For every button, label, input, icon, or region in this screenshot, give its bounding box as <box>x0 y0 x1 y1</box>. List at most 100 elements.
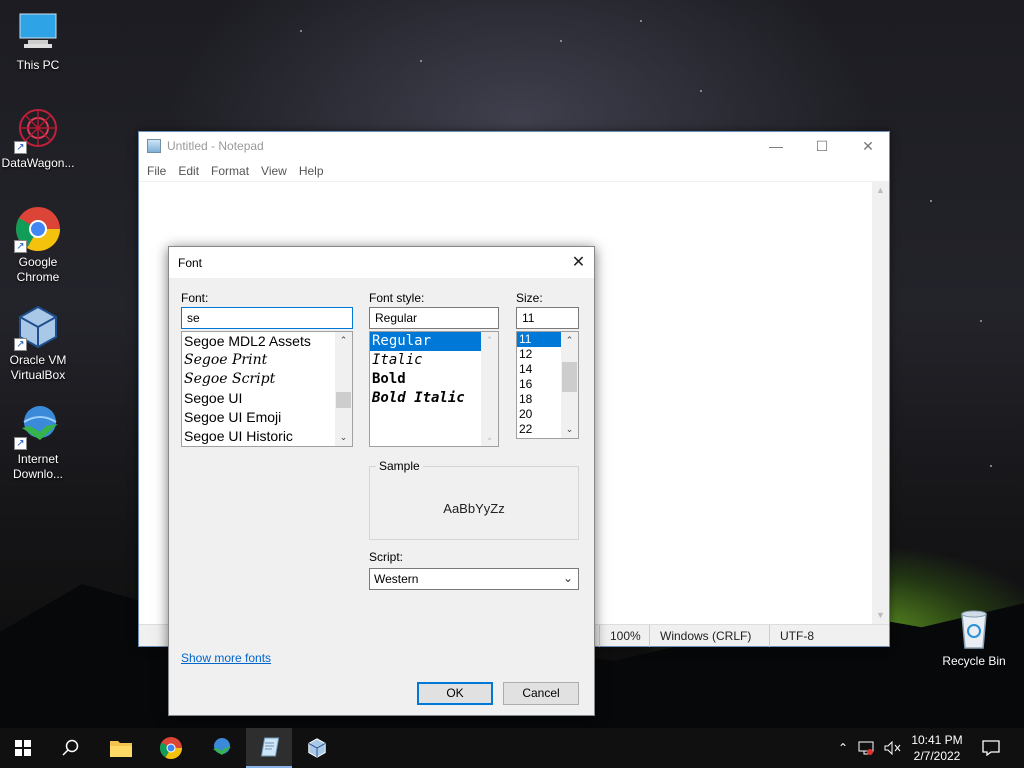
desktop-icon-recycle-bin[interactable]: Recycle Bin <box>936 604 1012 669</box>
search-button[interactable] <box>48 728 94 768</box>
sample-preview-text: AaBbYyZz <box>443 501 505 516</box>
desktop-icon-label: Internet Downlo... <box>12 452 64 481</box>
menu-file[interactable]: File <box>141 164 172 178</box>
scroll-down-icon[interactable]: ⌄ <box>481 429 498 446</box>
close-icon[interactable]: ✕ <box>563 247 594 278</box>
desktop-icon-label: This PC <box>16 58 60 72</box>
style-list-item-selected[interactable]: Regular <box>370 332 498 351</box>
font-style-label: Font style: <box>369 291 425 305</box>
status-zoom: 100% <box>599 624 649 647</box>
desktop-icon-datawagon[interactable]: ↗ DataWagon... <box>0 106 76 171</box>
show-hidden-icons-chevron-icon[interactable]: ⌃ <box>838 741 848 755</box>
ok-button[interactable]: OK <box>417 682 493 705</box>
desktop-icon-virtualbox[interactable]: ↗ Oracle VM VirtualBox <box>0 303 76 383</box>
maximize-button[interactable]: ☐ <box>799 132 845 160</box>
style-list-item[interactable]: Italic <box>370 351 498 370</box>
notepad-icon <box>147 139 161 153</box>
close-button[interactable]: ✕ <box>845 132 891 160</box>
system-tray: ⌃ <box>838 728 912 768</box>
taskbar-virtualbox[interactable] <box>294 728 340 768</box>
file-explorer-icon <box>110 741 132 757</box>
scroll-up-icon[interactable]: ⌃ <box>335 332 352 349</box>
virtualbox-icon <box>308 738 326 758</box>
font-list-item[interactable]: Segoe UI Historic <box>182 427 352 446</box>
volume-muted-icon[interactable] <box>884 741 902 755</box>
style-list-scrollbar[interactable]: ⌃ ⌄ <box>481 332 498 446</box>
scroll-thumb[interactable] <box>562 362 577 392</box>
internet-download-manager-icon <box>213 738 231 755</box>
shortcut-arrow-icon: ↗ <box>14 240 27 253</box>
font-list-item[interactable]: Segoe UI <box>182 389 352 408</box>
font-label: Font: <box>181 291 209 305</box>
font-style-input[interactable]: Regular <box>369 307 499 329</box>
taskbar-clock[interactable]: 10:41 PM 2/7/2022 <box>902 732 972 764</box>
recycle-bin-icon <box>950 604 998 652</box>
style-list-item[interactable]: Bold <box>370 370 498 389</box>
minimize-button[interactable]: — <box>753 132 799 160</box>
scroll-up-icon[interactable]: ⌃ <box>561 332 578 349</box>
desktop-icon-chrome[interactable]: ↗ Google Chrome <box>0 205 76 285</box>
notepad-title: Untitled - Notepad <box>167 139 264 153</box>
taskbar-file-explorer[interactable] <box>98 728 144 768</box>
notification-icon <box>982 740 1000 756</box>
style-list-item[interactable]: Bold Italic <box>370 389 498 408</box>
status-encoding: UTF-8 <box>769 624 889 647</box>
menu-help[interactable]: Help <box>293 164 330 178</box>
this-pc-icon <box>14 8 62 56</box>
script-selected-value: Western <box>374 572 419 586</box>
font-list-item[interactable]: Segoe UI Emoji <box>182 408 352 427</box>
shortcut-arrow-icon: ↗ <box>14 338 27 351</box>
sample-label: Sample <box>376 459 423 473</box>
clock-time: 10:41 PM <box>911 733 963 747</box>
font-list-item[interactable]: Segoe MDL2 Assets <box>182 332 352 351</box>
desktop-icon-label: Recycle Bin <box>942 654 1006 668</box>
taskbar-internet-download-manager[interactable] <box>198 728 244 768</box>
desktop-icon-label: Oracle VM VirtualBox <box>9 353 67 382</box>
scroll-down-icon[interactable]: ▼ <box>872 607 889 624</box>
cancel-button[interactable]: Cancel <box>503 682 579 705</box>
menu-view[interactable]: View <box>255 164 293 178</box>
chrome-icon <box>160 737 182 759</box>
action-center-button[interactable] <box>968 728 1014 768</box>
taskbar-chrome[interactable] <box>148 728 194 768</box>
font-style-list[interactable]: Regular Italic Bold Bold Italic ⌃ ⌄ <box>369 331 499 447</box>
script-dropdown[interactable]: Western ⌄ <box>369 568 579 590</box>
notepad-vertical-scrollbar[interactable]: ▲ ▼ <box>872 182 889 624</box>
font-dialog: Font ✕ Font: se Segoe MDL2 Assets Segoe … <box>168 246 595 716</box>
font-size-input[interactable]: 11 <box>516 307 579 329</box>
start-button[interactable] <box>0 728 46 768</box>
desktop-icon-label: DataWagon... <box>1 156 75 170</box>
desktop-icon-label: Google Chrome <box>16 255 60 284</box>
notepad-menu-bar: File Edit Format View Help <box>139 160 889 182</box>
network-icon[interactable] <box>858 741 874 755</box>
size-label: Size: <box>516 291 543 305</box>
scroll-up-icon[interactable]: ⌃ <box>481 332 498 349</box>
taskbar-notepad[interactable] <box>246 728 292 768</box>
font-size-list[interactable]: 11 12 14 16 18 20 22 ⌃ ⌄ <box>516 331 579 439</box>
size-list-scrollbar[interactable]: ⌃ ⌄ <box>561 332 578 438</box>
taskbar: ⌃ 10:41 PM 2/7/2022 <box>0 728 1024 768</box>
font-list-item[interactable]: Segoe Script <box>182 370 352 389</box>
sample-group: Sample AaBbYyZz <box>369 459 579 540</box>
notepad-icon <box>260 737 280 757</box>
chevron-down-icon: ⌄ <box>562 571 573 585</box>
scroll-down-icon[interactable]: ⌄ <box>561 421 578 438</box>
scroll-down-icon[interactable]: ⌄ <box>335 429 352 446</box>
font-list-scrollbar[interactable]: ⌃ ⌄ <box>335 332 352 446</box>
scroll-thumb[interactable] <box>336 392 351 408</box>
shortcut-arrow-icon: ↗ <box>14 437 27 450</box>
datawagon-icon: ↗ <box>14 106 62 154</box>
status-line-ending: Windows (CRLF) <box>649 624 769 647</box>
virtualbox-icon: ↗ <box>14 303 62 351</box>
font-name-input[interactable]: se <box>181 307 353 329</box>
desktop-icon-internet-download-manager[interactable]: ↗ Internet Downlo... <box>0 402 76 482</box>
menu-edit[interactable]: Edit <box>172 164 205 178</box>
font-name-list[interactable]: Segoe MDL2 Assets Segoe Print Segoe Scri… <box>181 331 353 447</box>
show-more-fonts-link[interactable]: Show more fonts <box>181 651 271 665</box>
menu-format[interactable]: Format <box>205 164 255 178</box>
font-dialog-title-bar[interactable]: Font <box>169 247 594 278</box>
search-icon <box>62 739 79 756</box>
scroll-up-icon[interactable]: ▲ <box>872 182 889 199</box>
font-list-item[interactable]: Segoe Print <box>182 351 352 370</box>
desktop-icon-this-pc[interactable]: This PC <box>0 8 76 73</box>
